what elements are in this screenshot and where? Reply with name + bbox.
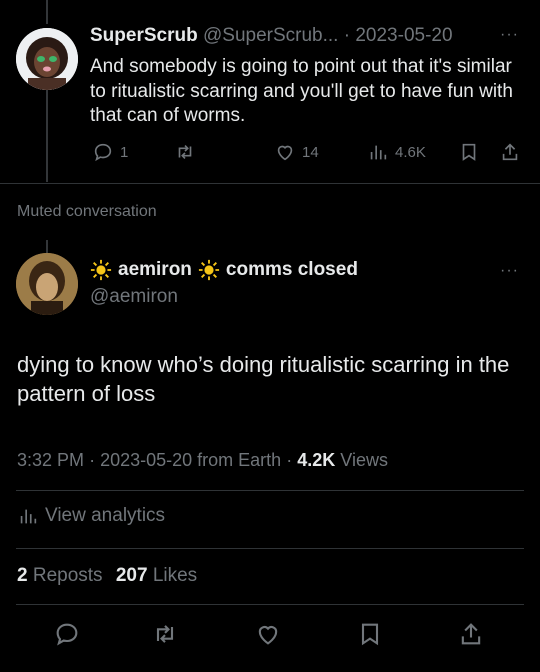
thread-line-mid	[46, 90, 48, 182]
likes-stat[interactable]: 207 Likes	[116, 565, 197, 586]
like-count: 14	[302, 143, 319, 161]
repost-button[interactable]	[151, 620, 179, 648]
bookmark-button[interactable]	[458, 141, 480, 163]
separator-dot: ·	[89, 450, 96, 470]
bookmark-button[interactable]	[356, 620, 384, 648]
sun-emoji-icon	[198, 259, 220, 281]
sun-emoji-icon	[90, 259, 112, 281]
view-count: 4.6K	[395, 143, 426, 161]
timestamp[interactable]: 3:32 PM	[17, 450, 84, 470]
tweet-header: aemiron comms closed	[90, 259, 358, 281]
separator-dot: ·	[343, 25, 351, 46]
reposts-count: 2	[17, 565, 28, 586]
bar-chart-icon	[20, 509, 37, 524]
reply-count: 1	[120, 143, 129, 161]
handle[interactable]: @aemiron	[90, 286, 178, 308]
likes-label: Likes	[152, 565, 198, 586]
thread-line-bottom	[46, 240, 48, 254]
likes-count: 207	[115, 565, 148, 586]
divider	[0, 183, 540, 184]
view-analytics-link[interactable]: View analytics	[17, 505, 165, 527]
engagement-stats: 2 Reposts 207 Likes	[17, 565, 197, 587]
tweet-metadata: 3:32 PM · 2023-05-20 from Earth · 4.2K V…	[17, 450, 388, 471]
reply-icon	[56, 623, 78, 646]
reposts-label: Reposts	[32, 565, 103, 586]
bar-chart-icon	[370, 145, 387, 160]
display-name[interactable]: SuperScrub	[90, 25, 198, 46]
divider	[16, 490, 524, 491]
reposts-stat[interactable]: 2 Reposts	[17, 565, 108, 586]
share-icon	[461, 623, 481, 645]
reply-icon	[94, 143, 112, 162]
handle[interactable]: @SuperScrub...	[203, 25, 338, 46]
tweet-text: dying to know who’s doing ritualistic sc…	[17, 352, 510, 406]
share-icon	[502, 143, 518, 161]
views-button[interactable]: 4.6K	[367, 141, 426, 163]
display-name[interactable]: aemiron	[118, 259, 192, 281]
like-button[interactable]: 14	[274, 141, 319, 163]
divider	[16, 604, 524, 605]
repost-icon	[178, 144, 192, 160]
reply-button[interactable]: 1	[92, 141, 128, 163]
avatar[interactable]	[16, 28, 78, 90]
like-button[interactable]	[254, 620, 282, 648]
tweet-header: SuperScrub @SuperScrub... · 2023-05-20	[90, 25, 453, 47]
view-analytics-label: View analytics	[45, 505, 166, 526]
divider	[16, 548, 524, 549]
share-button[interactable]	[499, 141, 521, 163]
post-date-source[interactable]: 2023-05-20 from Earth	[100, 450, 281, 470]
heart-icon	[258, 626, 278, 645]
reply-button[interactable]	[53, 620, 81, 648]
repost-button[interactable]	[174, 141, 196, 163]
more-options-button[interactable]: ···	[500, 262, 519, 280]
muted-conversation-label: Muted conversation	[17, 203, 157, 220]
views-label: Views	[340, 450, 388, 470]
bookmark-icon	[462, 143, 476, 161]
avatar[interactable]	[16, 253, 78, 315]
repost-icon	[156, 625, 174, 643]
share-button[interactable]	[457, 620, 485, 648]
separator-dot: ·	[286, 450, 293, 470]
date[interactable]: 2023-05-20	[355, 25, 452, 46]
avatar-painting	[16, 253, 78, 315]
display-name-suffix[interactable]: comms closed	[226, 259, 358, 281]
heart-icon	[277, 145, 293, 161]
bookmark-icon	[361, 623, 379, 646]
more-options-button[interactable]: ···	[500, 26, 519, 44]
avatar-illustration	[16, 28, 78, 90]
views-count: 4.2K	[297, 450, 336, 470]
tweet-text: And somebody is going to point out that …	[90, 56, 513, 126]
thread-line-top	[46, 0, 48, 24]
